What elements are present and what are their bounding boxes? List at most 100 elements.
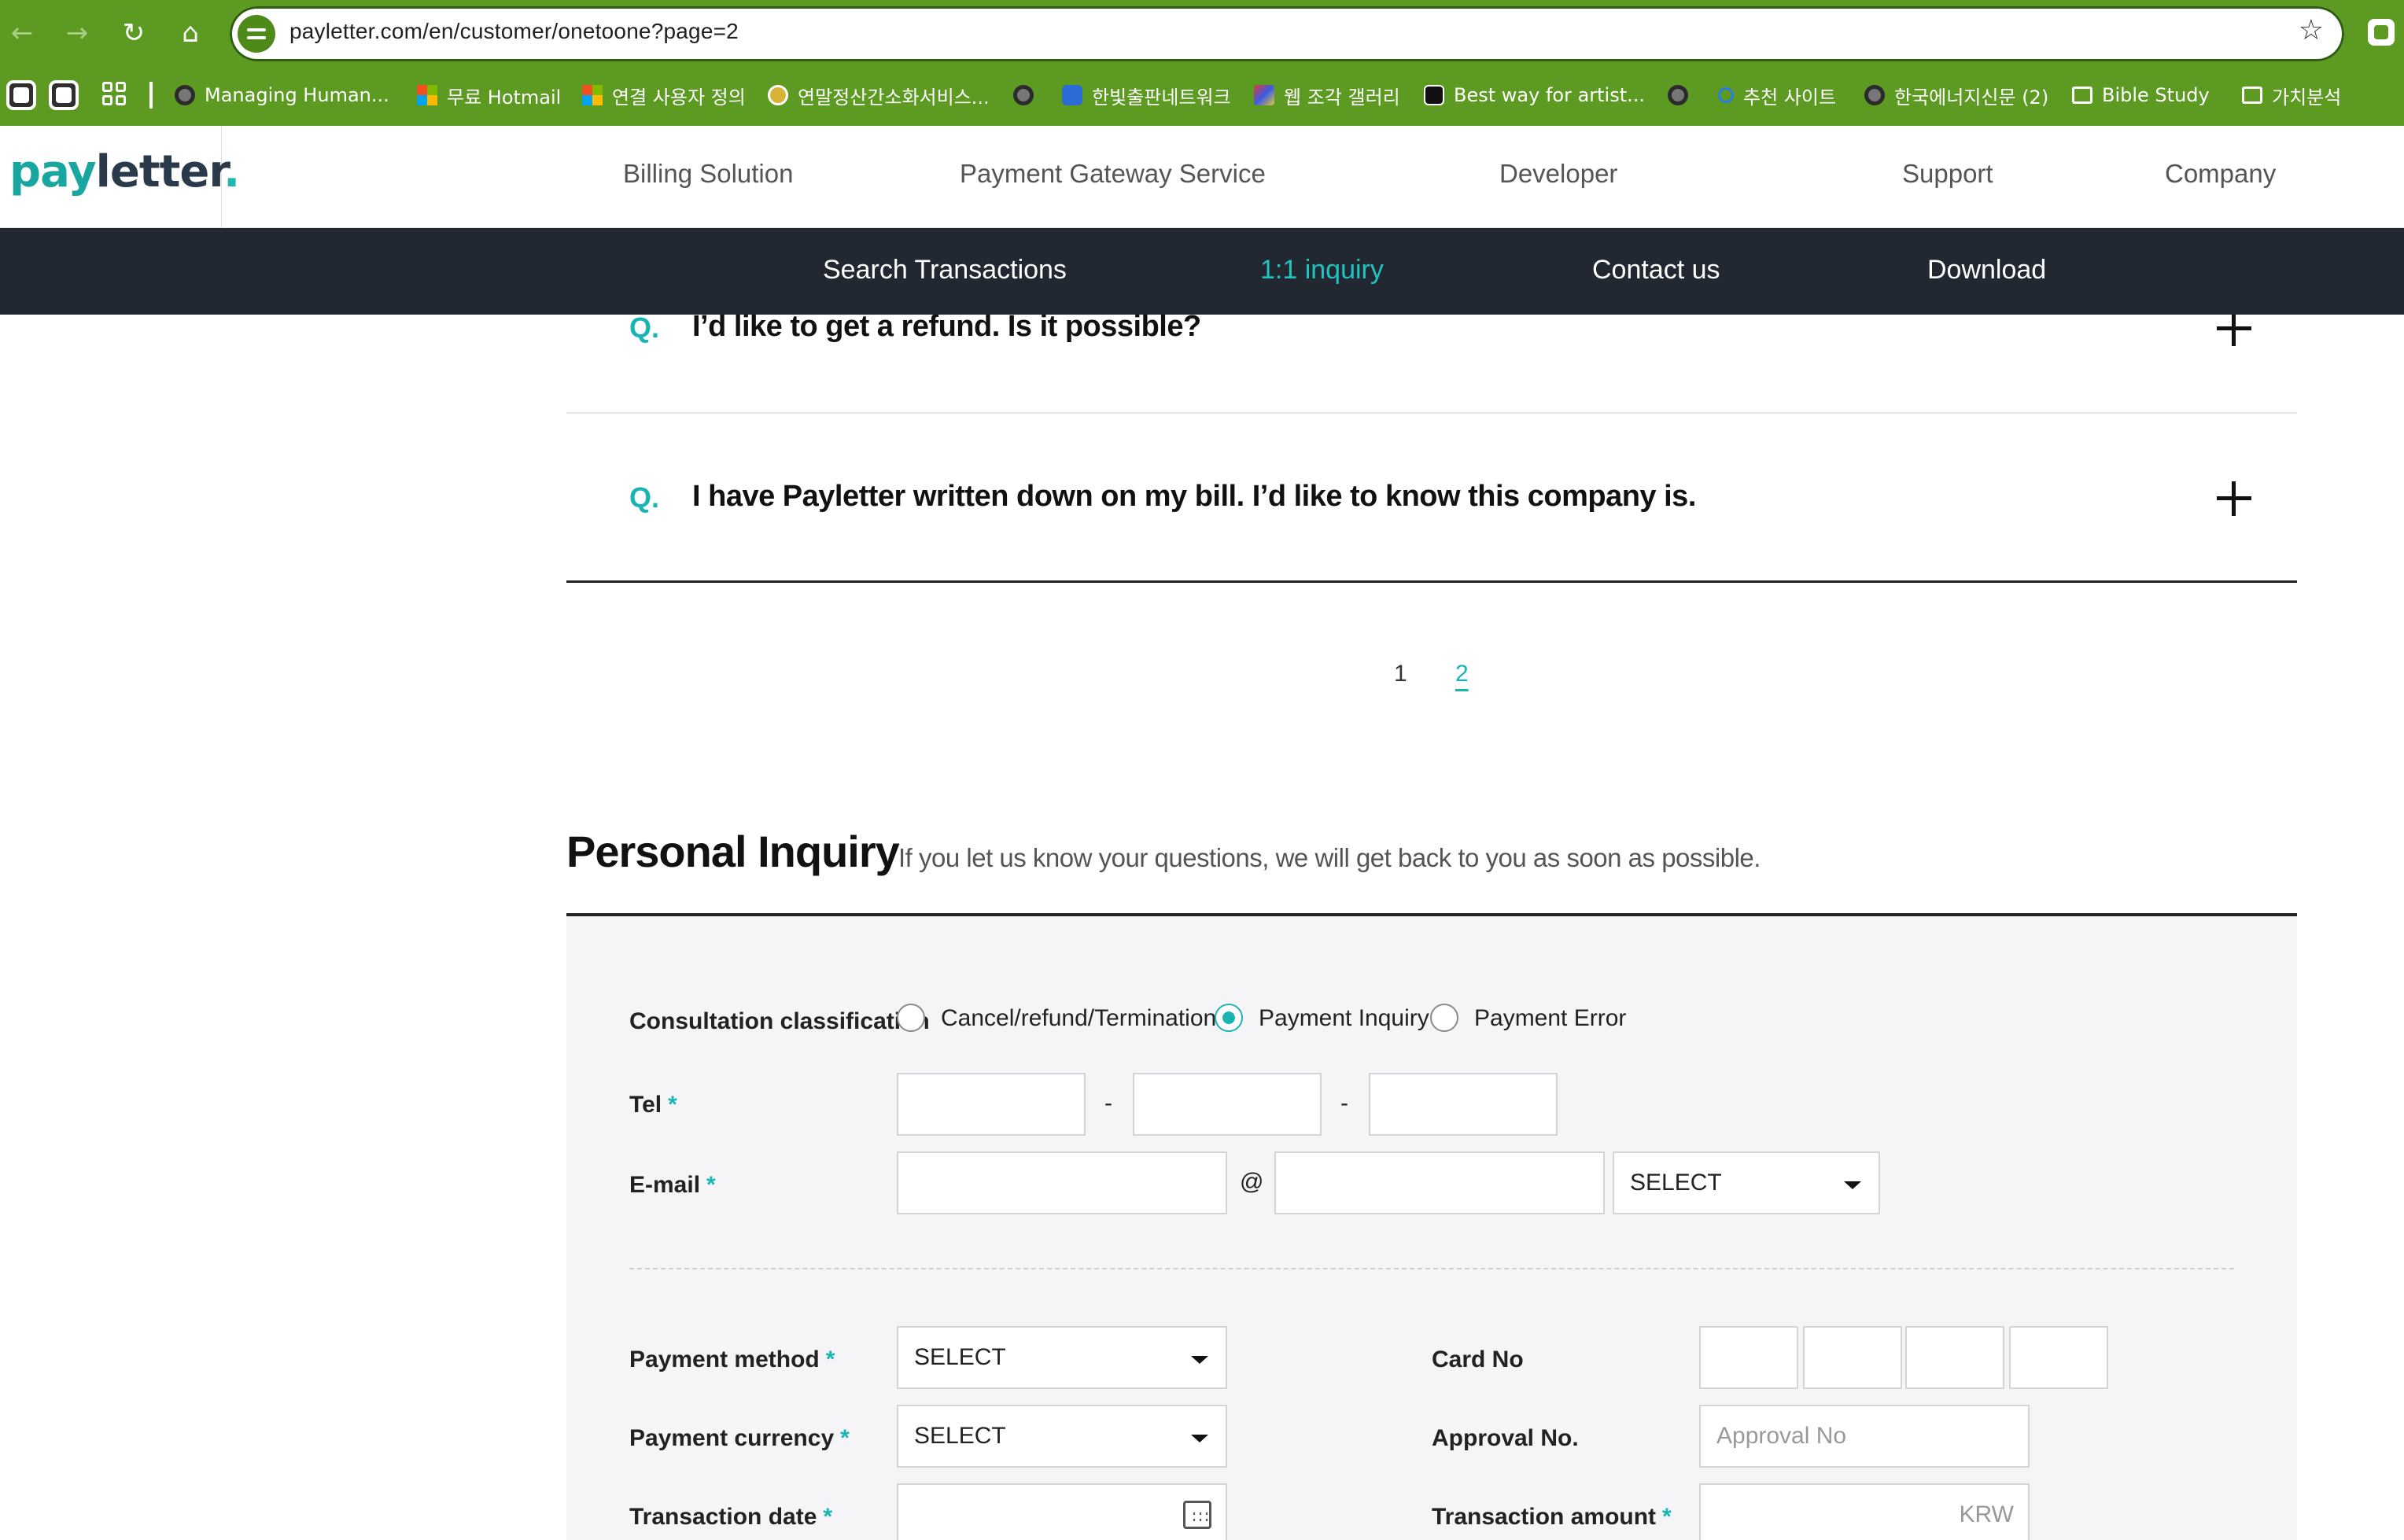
pagination-page-2[interactable]: 2 — [1455, 661, 1469, 687]
expand-plus-icon[interactable] — [2217, 311, 2251, 346]
faq-divider — [566, 412, 2297, 414]
transaction-date-field[interactable] — [897, 1483, 1227, 1540]
microsoft-icon — [417, 85, 437, 105]
faq-item[interactable]: Q. I’d like to get a refund. Is it possi… — [566, 310, 2297, 346]
payment-method-label: Payment method * — [629, 1347, 835, 1372]
subnav-one-to-one-inquiry[interactable]: 1:1 inquiry — [1260, 255, 1384, 286]
section-title: Personal Inquiry — [566, 827, 900, 876]
radio-payment-inquiry[interactable] — [1215, 1004, 1243, 1032]
bookmark-star-icon[interactable]: ☆ — [2299, 14, 2324, 46]
tel-field-1[interactable] — [897, 1073, 1086, 1136]
payment-currency-label: Payment currency * — [629, 1425, 850, 1451]
globe-icon — [1013, 85, 1034, 105]
card-no-field-1[interactable] — [1699, 1326, 1798, 1389]
tel-separator: - — [1104, 1090, 1112, 1116]
faq-item[interactable]: Q. I have Payletter written down on my b… — [566, 480, 2297, 516]
transaction-amount-field[interactable]: KRW — [1699, 1483, 2030, 1540]
tel-field-2[interactable] — [1133, 1073, 1322, 1136]
bookmark-folder[interactable]: Bible Study — [2072, 79, 2210, 111]
gnb-payment-gateway-service[interactable]: Payment Gateway Service — [960, 159, 1266, 189]
card-no-field-4[interactable] — [2009, 1326, 2108, 1389]
faq-q-marker: Q. — [629, 481, 660, 514]
logo-cell: payletter. — [0, 126, 240, 228]
gnb-developer[interactable]: Developer — [1499, 159, 1617, 189]
form-section-divider — [629, 1268, 2234, 1269]
bookmark-item[interactable]: Managing Human... — [175, 79, 389, 111]
forward-icon[interactable]: → — [61, 17, 93, 49]
tab-group-icon[interactable] — [6, 80, 36, 110]
site-info-icon[interactable] — [238, 15, 275, 53]
globe-icon — [175, 85, 195, 105]
card-no-field-2[interactable] — [1803, 1326, 1902, 1389]
extension-icon[interactable] — [2368, 19, 2395, 46]
payletter-logo[interactable]: payletter. — [9, 146, 240, 197]
bookmark-item[interactable]: 무료 Hotmail — [417, 79, 561, 111]
bookmark-item[interactable]: 웹 조각 갤러리 — [1254, 79, 1400, 111]
back-icon[interactable]: ← — [6, 17, 38, 49]
microsoft-icon — [582, 85, 603, 105]
faq-list-bottom-border — [566, 580, 2297, 583]
gnb-billing-solution[interactable]: Billing Solution — [623, 159, 793, 189]
sub-navigation: Search Transactions 1:1 inquiry Contact … — [0, 228, 2404, 315]
folder-icon — [2242, 87, 2262, 104]
reload-icon[interactable]: ↻ — [118, 17, 149, 49]
card-no-label: Card No — [1432, 1347, 1524, 1372]
tab-group-icon[interactable] — [49, 80, 79, 110]
folder-icon — [2072, 87, 2092, 104]
bookmark-item[interactable]: 한국에너지신문 (2) — [1864, 79, 2048, 111]
search-icon — [1718, 87, 1734, 103]
bookmark-item[interactable] — [1013, 79, 1034, 111]
email-at-sign: @ — [1240, 1169, 1264, 1195]
apps-grid-icon[interactable] — [102, 82, 126, 105]
transaction-date-label: Transaction date * — [629, 1504, 833, 1530]
site-header: payletter. Billing Solution Payment Gate… — [0, 126, 2404, 228]
radio-payment-error[interactable] — [1430, 1004, 1458, 1032]
tel-field-3[interactable] — [1369, 1073, 1558, 1136]
email-label: E-mail * — [629, 1172, 716, 1198]
bookmarks-bar: Managing Human... 무료 Hotmail 연결 사용자 정의 연… — [0, 66, 2404, 126]
address-bar[interactable]: payletter.com/en/customer/onetoone?page=… — [230, 6, 2344, 61]
gnb-company[interactable]: Company — [2165, 159, 2276, 189]
radio-cancel-refund[interactable] — [897, 1004, 925, 1032]
consultation-label: Consultation classification — [629, 1008, 930, 1034]
calendar-icon[interactable] — [1183, 1501, 1211, 1529]
bookmark-item[interactable]: 연결 사용자 정의 — [582, 79, 746, 111]
radio-label-cancel-refund[interactable]: Cancel/refund/Termination — [941, 1005, 1216, 1032]
globe-icon — [1864, 85, 1885, 105]
expand-plus-icon[interactable] — [2217, 481, 2251, 516]
approval-no-field[interactable]: Approval No — [1699, 1405, 2030, 1468]
subnav-download[interactable]: Download — [1927, 255, 2046, 286]
bookmark-item[interactable]: Best way for artist... — [1424, 79, 1645, 111]
pagination-page-1[interactable]: 1 — [1394, 661, 1407, 687]
bookmark-folder[interactable]: 가치분석 — [2242, 79, 2341, 111]
subnav-search-transactions[interactable]: Search Transactions — [823, 255, 1067, 286]
url-text[interactable]: payletter.com/en/customer/onetoone?page=… — [289, 19, 739, 44]
hanbit-icon — [1062, 85, 1082, 105]
payment-currency-select[interactable]: SELECT — [897, 1405, 1227, 1468]
radio-label-payment-inquiry[interactable]: Payment Inquiry — [1259, 1005, 1429, 1032]
email-domain-select[interactable]: SELECT — [1613, 1151, 1880, 1214]
payment-method-select[interactable]: SELECT — [897, 1326, 1227, 1389]
subnav-contact-us[interactable]: Contact us — [1592, 255, 1720, 286]
faq-question[interactable]: I have Payletter written down on my bill… — [692, 480, 1696, 514]
faq-question[interactable]: I’d like to get a refund. Is it possible… — [692, 310, 1201, 344]
home-icon[interactable]: ⌂ — [175, 17, 206, 49]
bookmark-item[interactable]: 한빛출판네트워크 — [1062, 79, 1231, 111]
notion-icon — [1424, 85, 1444, 105]
radio-label-payment-error[interactable]: Payment Error — [1474, 1005, 1626, 1032]
bookmark-item[interactable]: 연말정산간소화서비스... — [768, 79, 990, 111]
email-local-field[interactable] — [897, 1151, 1227, 1214]
gnb-support[interactable]: Support — [1902, 159, 1993, 189]
bookmarks-divider — [149, 82, 153, 109]
bookmark-item[interactable] — [1668, 79, 1688, 111]
browser-toolbar: ← → ↻ ⌂ payletter.com/en/customer/onetoo… — [0, 0, 2404, 66]
tel-separator: - — [1340, 1090, 1348, 1116]
email-domain-field[interactable] — [1274, 1151, 1605, 1214]
section-subtitle: If you let us know your questions, we wi… — [898, 843, 1761, 872]
faq-q-marker: Q. — [629, 311, 660, 344]
card-no-field-3[interactable] — [1905, 1326, 2004, 1389]
tel-label: Tel * — [629, 1092, 677, 1118]
bookmark-item[interactable]: 추천 사이트 — [1718, 79, 1836, 111]
approval-no-label: Approval No. — [1432, 1425, 1579, 1451]
globe-icon — [1668, 85, 1688, 105]
